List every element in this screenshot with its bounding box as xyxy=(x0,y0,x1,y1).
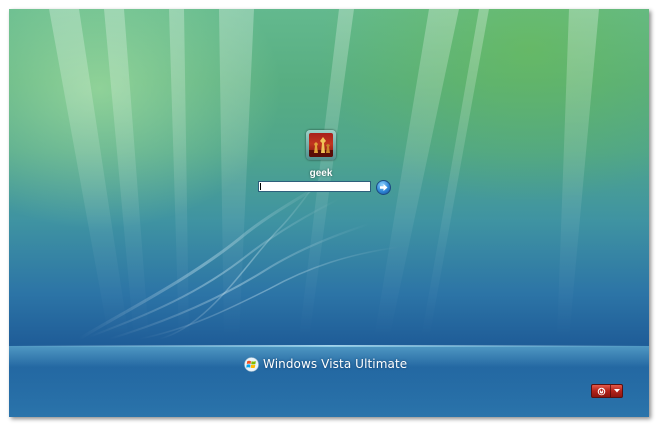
windows-branding: Windows Vista Ultimate xyxy=(244,356,407,372)
brand-text: Windows Vista Ultimate xyxy=(263,357,408,371)
shut-down-options-button[interactable] xyxy=(611,385,622,397)
arrow-right-icon xyxy=(380,184,388,191)
shut-down-button[interactable] xyxy=(592,385,612,397)
submit-login-button[interactable] xyxy=(376,180,391,195)
power-controls xyxy=(591,384,623,398)
username-label: geek xyxy=(309,168,333,179)
chess-pieces-icon xyxy=(309,133,333,157)
text-caret xyxy=(260,183,261,190)
password-input[interactable] xyxy=(258,181,371,192)
chevron-down-icon xyxy=(613,389,620,393)
windows-flag-icon xyxy=(244,356,259,372)
power-icon xyxy=(597,387,605,395)
user-avatar[interactable] xyxy=(306,130,336,160)
